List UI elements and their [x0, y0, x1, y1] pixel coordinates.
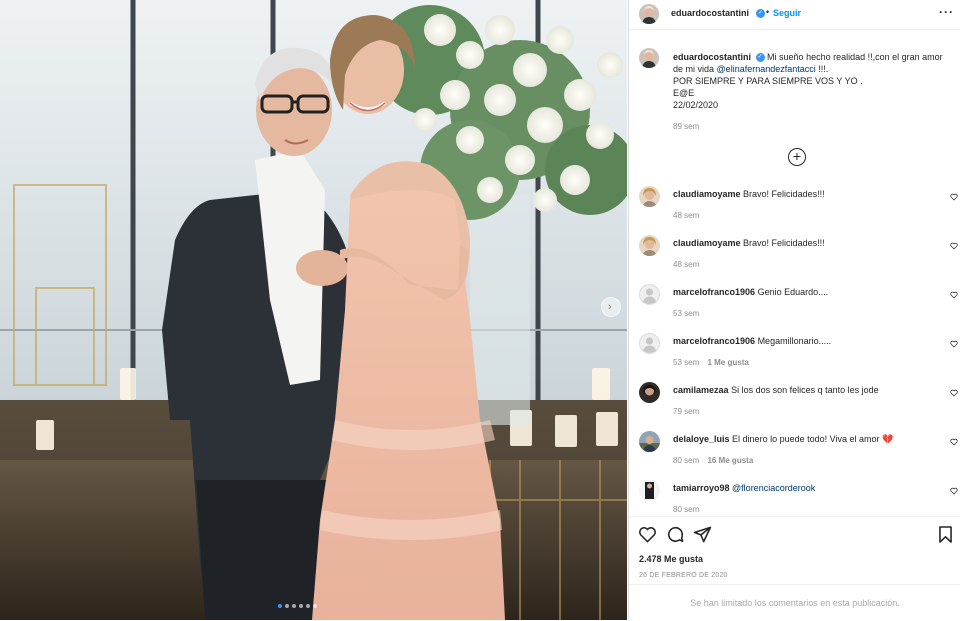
comment-username[interactable]: claudiamoyame — [673, 238, 741, 248]
verified-badge-icon: ✓ — [755, 53, 765, 63]
heart-icon[interactable] — [638, 525, 657, 544]
comment-age: 79 sem — [673, 407, 700, 416]
commenter-avatar-image — [639, 235, 660, 256]
comment-heart-icon[interactable] — [950, 242, 958, 250]
comment-body: El dinero lo puede todo! Viva el amor 💔 — [732, 434, 894, 444]
commenter-avatar-image — [639, 431, 660, 452]
comments-limited-notice: Se han limitado los comentarios en esta … — [629, 584, 960, 621]
commenter-avatar-image — [639, 186, 660, 207]
commenter-avatar[interactable] — [639, 333, 660, 354]
commenter-avatar[interactable] — [639, 382, 660, 403]
verified-badge-icon: ✓ — [756, 9, 765, 18]
author-avatar[interactable] — [639, 48, 659, 68]
chevron-right-icon: › — [608, 301, 612, 313]
caption-mention-tail: !!!. — [818, 64, 829, 74]
comment-body: Bravo! Felicidades!!! — [743, 189, 825, 199]
comment-username[interactable]: marcelofranco1906 — [673, 336, 755, 346]
comment-like-count[interactable]: 16 Me gusta — [707, 456, 753, 465]
commenter-avatar[interactable] — [639, 284, 660, 305]
comment-body: Si los dos son felices q tanto les jode — [731, 385, 879, 395]
comment-text: claudiamoyame Bravo! Felicidades!!! — [673, 188, 825, 200]
caption-line-5: 22/02/2020 — [673, 100, 719, 110]
comment-age: 53 sem — [673, 309, 700, 318]
comments-section: eduardocostantini ✓ Mi sueño hecho reali… — [629, 30, 960, 516]
commenter-avatar[interactable] — [639, 235, 660, 256]
carousel-dots — [278, 604, 328, 610]
post-photo: › — [0, 0, 627, 620]
likes-count[interactable]: 2.478 Me gusta — [639, 554, 703, 564]
commenter-avatar[interactable] — [639, 431, 660, 452]
comment-text: camilamezaa Si los dos son felices q tan… — [673, 384, 879, 396]
author-username[interactable]: eduardocostantini — [671, 8, 749, 18]
comment-text: claudiamoyame Bravo! Felicidades!!! — [673, 237, 825, 249]
default-avatar-icon — [642, 337, 657, 353]
commenter-avatar[interactable] — [639, 186, 660, 207]
carousel-dot — [285, 604, 289, 608]
more-options-icon[interactable]: ··· — [939, 5, 954, 19]
comment-text: tamiarroyo98 @florenciacorderook — [673, 482, 815, 494]
caption-age: 89 sem — [673, 122, 700, 131]
comment-heart-icon[interactable] — [950, 438, 958, 446]
comment-meta: 80 sem 16 Me gusta — [673, 456, 753, 465]
author-avatar-image — [639, 48, 659, 68]
comment-username[interactable]: claudiamoyame — [673, 189, 741, 199]
follow-button[interactable]: Seguir — [773, 8, 801, 18]
caption-username[interactable]: eduardocostantini — [673, 52, 751, 62]
comment-username[interactable]: camilamezaa — [673, 385, 729, 395]
post-date: 26 DE FEBRERO DE 2020 — [639, 572, 728, 579]
share-icon[interactable] — [693, 525, 712, 544]
post-side-panel: eduardocostantini ✓ • Seguir ··· eduardo… — [628, 0, 960, 620]
post-actions: 2.478 Me gusta 26 DE FEBRERO DE 2020 — [629, 516, 960, 585]
comment-mention-link[interactable]: @florenciacorderook — [732, 483, 815, 493]
caption-line-1: Mi sueño hecho realidad !!,con el gran a… — [767, 52, 943, 62]
wedding-photo-illustration — [0, 0, 627, 620]
carousel-dot — [306, 604, 310, 608]
comment-heart-icon[interactable] — [950, 193, 958, 201]
carousel-dot — [299, 604, 303, 608]
comment-heart-icon[interactable] — [950, 291, 958, 299]
comment-text: delaloye_luis El dinero lo puede todo! V… — [673, 433, 893, 445]
comment-heart-icon[interactable] — [950, 487, 958, 495]
comment-text: marcelofranco1906 Genio Eduardo.... — [673, 286, 828, 298]
comment-username[interactable]: marcelofranco1906 — [673, 287, 755, 297]
author-avatar-image — [639, 4, 659, 24]
comment-body: Bravo! Felicidades!!! — [743, 238, 825, 248]
comment-icon[interactable] — [666, 525, 685, 544]
dot-separator: • — [766, 7, 770, 17]
author-avatar[interactable] — [639, 4, 659, 24]
default-avatar-icon — [642, 288, 657, 304]
comment-age: 48 sem — [673, 211, 700, 220]
comment-age: 53 sem — [673, 358, 700, 367]
carousel-dot — [313, 604, 317, 608]
comment-body: Megamillonario..... — [757, 336, 832, 346]
commenter-avatar-image — [639, 382, 660, 403]
carousel-dot — [292, 604, 296, 608]
comment-heart-icon[interactable] — [950, 389, 958, 397]
caption-line-3: POR SIEMPRE Y PARA SIEMPRE VOS Y YO . — [673, 76, 863, 86]
caption-mention-link[interactable]: @elinafernandezfantacci — [717, 64, 816, 74]
load-more-comments-button[interactable]: + — [788, 148, 806, 166]
carousel-dot — [278, 604, 282, 608]
comment-username[interactable]: tamiarroyo98 — [673, 483, 730, 493]
comment-meta: 53 sem 1 Me gusta — [673, 358, 749, 367]
next-image-button[interactable]: › — [601, 297, 621, 317]
comment-age: 80 sem — [673, 456, 700, 465]
commenter-avatar-image — [639, 480, 660, 501]
comment-age: 48 sem — [673, 260, 700, 269]
post-header: eduardocostantini ✓ • Seguir ··· — [629, 0, 960, 30]
caption-line-2: de mi vida — [673, 64, 715, 74]
caption-line-4: E@E — [673, 88, 695, 98]
comment-body: Genio Eduardo.... — [757, 287, 829, 297]
comment-text: marcelofranco1906 Megamillonario..... — [673, 335, 831, 347]
comment-username[interactable]: delaloye_luis — [673, 434, 730, 444]
caption-text: eduardocostantini ✓ Mi sueño hecho reali… — [673, 51, 955, 111]
comment-like-count[interactable]: 1 Me gusta — [707, 358, 748, 367]
bookmark-icon[interactable] — [936, 525, 955, 544]
load-more-comments-icon: + — [792, 148, 802, 164]
comment-age: 80 sem — [673, 505, 700, 514]
comment-heart-icon[interactable] — [950, 340, 958, 348]
commenter-avatar[interactable] — [639, 480, 660, 501]
